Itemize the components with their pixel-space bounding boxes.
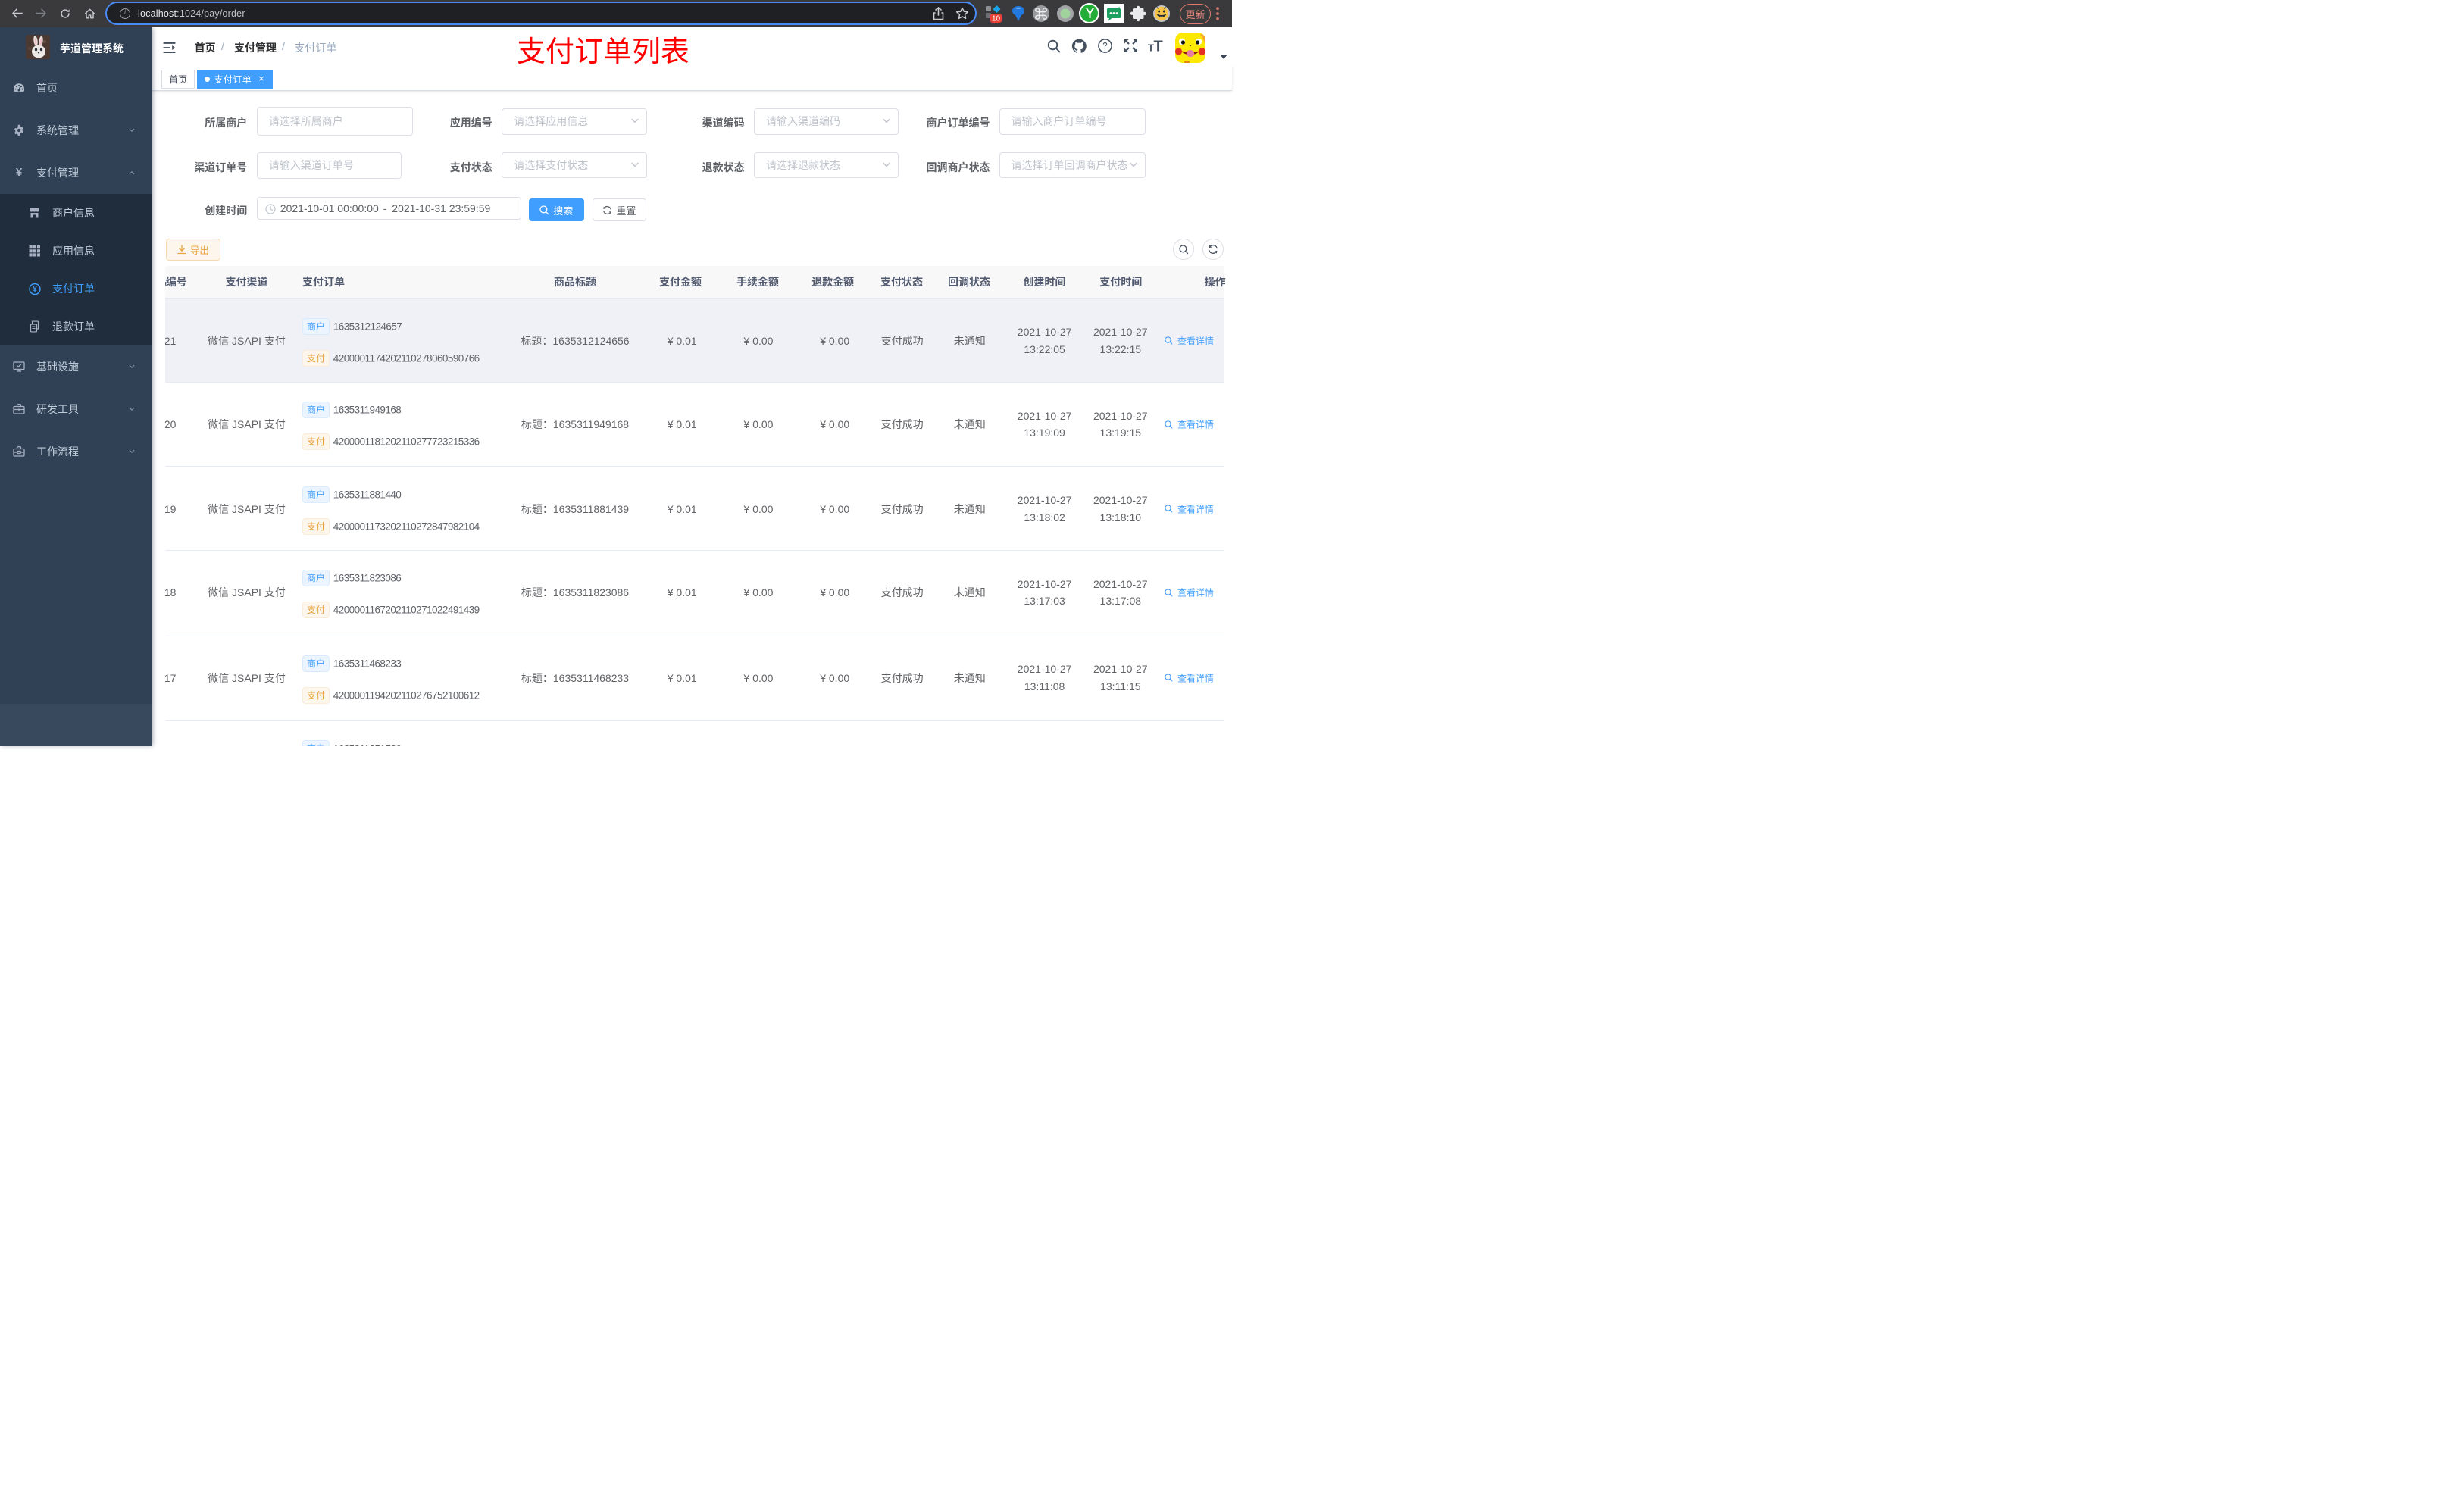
svg-text:?: ?	[1102, 42, 1107, 52]
svg-text:T: T	[1154, 39, 1163, 53]
svg-text:10: 10	[992, 14, 1001, 23]
svg-text:¥: ¥	[33, 286, 37, 294]
